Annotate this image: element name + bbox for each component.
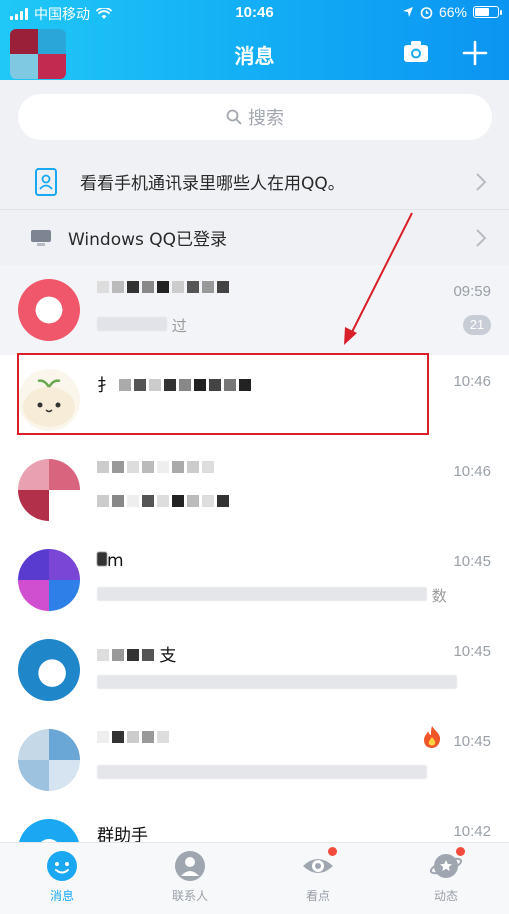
- tab-label: 动态: [433, 889, 458, 903]
- conversation-time: 10:42: [453, 823, 491, 840]
- conversation-name: [97, 281, 229, 293]
- header-bar: 中国移动 10:46 66% 消息: [0, 0, 509, 80]
- status-bar: 中国移动 10:46 66%: [0, 4, 509, 24]
- search-input[interactable]: 搜索: [18, 94, 492, 140]
- notification-dot: [328, 847, 337, 856]
- battery-percent: 66%: [438, 4, 467, 20]
- avatar: [18, 279, 80, 341]
- desktop-login-banner[interactable]: Windows QQ已登录: [0, 210, 509, 266]
- conversation-item[interactable]: 支 10:45: [0, 625, 509, 715]
- search-icon: [226, 109, 242, 125]
- conversation-preview: [97, 675, 457, 693]
- fire-icon: [424, 726, 441, 748]
- message-bubble-icon: [45, 849, 79, 883]
- conversation-item[interactable]: 过 09:59 21: [0, 265, 509, 355]
- battery-icon: [473, 6, 502, 18]
- chevron-right-icon: [476, 229, 487, 247]
- tab-label: 看点: [305, 889, 330, 903]
- conversation-name: [97, 461, 214, 473]
- avatar: [18, 639, 80, 701]
- tab-moments[interactable]: 动态: [406, 847, 486, 904]
- plus-icon[interactable]: [462, 40, 488, 66]
- alarm-icon: [420, 6, 433, 19]
- contacts-banner[interactable]: 看看手机通讯录里哪些人在用QQ。: [0, 154, 509, 210]
- planet-star-icon: [429, 847, 465, 883]
- conversation-item[interactable]: m 数 10:45: [0, 535, 509, 625]
- tab-label: 联系人: [171, 889, 208, 903]
- conversation-time: 10:45: [453, 643, 491, 660]
- conversation-time: 10:46: [453, 463, 491, 480]
- conversation-time: 10:45: [453, 733, 491, 750]
- desktop-computer-icon: [31, 229, 51, 246]
- battery-level-fill: [475, 8, 489, 16]
- location-arrow-icon: [402, 7, 413, 17]
- conversation-time: 10:45: [453, 553, 491, 570]
- avatar: [18, 729, 80, 791]
- conversation-name: [97, 731, 169, 743]
- highlight-box: [17, 353, 429, 435]
- conversation-time: 10:46: [453, 373, 491, 390]
- camera-icon[interactable]: [403, 40, 429, 64]
- conversation-time: 09:59: [453, 283, 491, 300]
- tab-contacts[interactable]: 联系人: [150, 849, 230, 904]
- page-title: 消息: [234, 44, 275, 68]
- conversation-item[interactable]: 10:46: [0, 445, 509, 535]
- conversation-name: 支: [97, 641, 176, 666]
- tab-label: 消息: [49, 889, 74, 903]
- notification-dot: [456, 847, 465, 856]
- conversation-item[interactable]: 10:45: [0, 715, 509, 805]
- conversation-preview: 数: [97, 585, 447, 606]
- conversation-preview: 过: [97, 315, 187, 336]
- search-placeholder: 搜索: [248, 108, 284, 129]
- eye-icon: [301, 847, 337, 883]
- contact-person-icon: [173, 849, 207, 883]
- unread-count-badge: 21: [463, 315, 491, 335]
- conversation-preview: [97, 495, 229, 507]
- conversation-preview: [97, 765, 427, 783]
- conversation-name: m: [97, 551, 124, 571]
- contacts-book-icon: [35, 167, 57, 196]
- avatar: [18, 459, 80, 521]
- search-area: 搜索: [0, 80, 509, 154]
- chevron-right-icon: [476, 173, 487, 191]
- avatar: [18, 549, 80, 611]
- bottom-tab-bar: 消息 联系人 看点 动态: [0, 842, 509, 914]
- desktop-login-label: Windows QQ已登录: [68, 230, 228, 250]
- contacts-banner-label: 看看手机通讯录里哪些人在用QQ。: [80, 174, 345, 194]
- tab-messages[interactable]: 消息: [22, 849, 102, 904]
- tab-watch[interactable]: 看点: [278, 847, 358, 904]
